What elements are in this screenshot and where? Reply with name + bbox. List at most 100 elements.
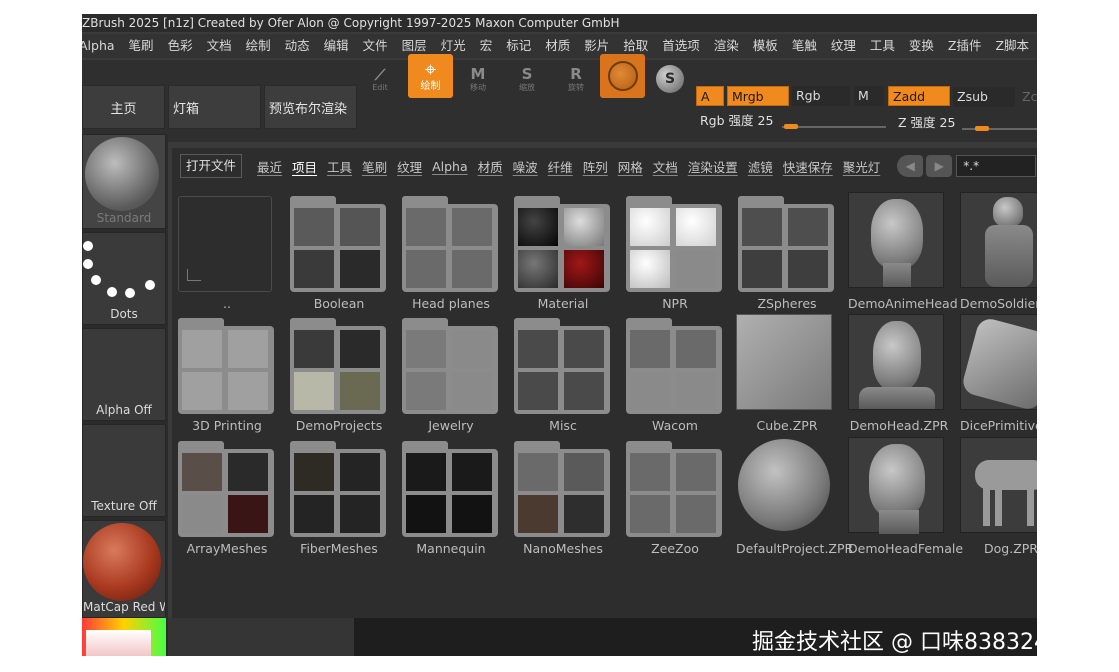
rgb-toggle[interactable]: Rgb	[792, 86, 850, 106]
s-button[interactable]: S	[652, 61, 688, 97]
tab-grid[interactable]: 网格	[613, 157, 648, 176]
menu-document[interactable]: 文档	[200, 34, 239, 58]
menu-stencil[interactable]: 模板	[746, 34, 785, 58]
bpr-render-button[interactable]: 预览布尔渲染	[264, 85, 357, 129]
tab-recent[interactable]: 最近	[252, 157, 287, 176]
move-button[interactable]: M 移动	[460, 61, 496, 97]
alpha-slot[interactable]: Alpha Off	[82, 328, 166, 421]
rotate-icon: R	[570, 64, 582, 83]
menu-dynamics[interactable]: 动态	[278, 34, 317, 58]
list-item[interactable]: ArrayMeshes	[176, 437, 276, 557]
tab-fibers[interactable]: 纤维	[543, 157, 578, 176]
tab-brush[interactable]: 笔刷	[357, 157, 392, 176]
menu-tool[interactable]: 工具	[863, 34, 902, 58]
menu-texture[interactable]: 纹理	[824, 34, 863, 58]
list-item[interactable]: DemoProjects	[288, 314, 388, 434]
menu-transform[interactable]: 变换	[902, 34, 941, 58]
material-slot[interactable]: MatCap Red Wax	[82, 520, 166, 618]
list-item[interactable]: DemoHeadFemale	[848, 437, 963, 557]
female-head-thumbnail	[848, 437, 944, 534]
list-item[interactable]: Jewelry	[400, 314, 500, 434]
list-item[interactable]: Head planes	[400, 192, 500, 312]
next-arrow-icon[interactable]: ▶	[926, 155, 953, 177]
list-item[interactable]: Mannequin	[400, 437, 500, 557]
tab-alpha[interactable]: Alpha	[427, 159, 473, 174]
lightbox-search-input[interactable]: *.*	[956, 155, 1037, 177]
list-item[interactable]: Wacom	[624, 314, 724, 434]
item-label: DemoHeadFemale	[848, 541, 964, 556]
menu-zplugin[interactable]: Z插件	[941, 34, 989, 58]
list-item[interactable]: Boolean	[288, 192, 388, 312]
zcut-toggle[interactable]: Zcut	[1018, 87, 1037, 107]
tab-texture[interactable]: 纹理	[392, 157, 427, 176]
folder-icon	[402, 196, 498, 292]
tab-noise[interactable]: 噪波	[508, 157, 543, 176]
menu-file[interactable]: 文件	[356, 34, 395, 58]
tab-filter[interactable]: 滤镜	[743, 157, 778, 176]
menu-macro[interactable]: 宏	[473, 34, 500, 58]
folder-icon	[514, 441, 610, 537]
z-intensity-slider[interactable]	[962, 128, 1037, 130]
menu-draw[interactable]: 绘制	[239, 34, 278, 58]
list-item[interactable]: DefaultProject.ZPR	[736, 437, 853, 557]
list-item[interactable]: Cube.ZPR	[736, 314, 836, 434]
tab-project[interactable]: 项目	[287, 157, 322, 176]
list-item[interactable]: ..	[176, 192, 276, 312]
z-intensity-handle[interactable]	[975, 126, 989, 131]
list-item[interactable]: DemoAnimeHead	[848, 192, 958, 312]
list-item[interactable]: Dog.ZPR	[960, 437, 1037, 557]
zsub-toggle[interactable]: Zsub	[953, 87, 1015, 107]
zadd-toggle[interactable]: Zadd	[888, 86, 950, 106]
list-item[interactable]: FiberMeshes	[288, 437, 388, 557]
mrgb-toggle[interactable]: Mrgb	[727, 86, 789, 106]
tab-document[interactable]: 文档	[648, 157, 683, 176]
dot-icon	[83, 259, 93, 269]
menu-edit[interactable]: 编辑	[317, 34, 356, 58]
menu-alpha[interactable]: Alpha	[82, 34, 122, 58]
list-item[interactable]: DicePrimitive	[960, 314, 1037, 434]
color-picker[interactable]	[82, 618, 166, 656]
menu-material[interactable]: 材质	[538, 34, 577, 58]
draw-button[interactable]: ⌖ 绘制	[408, 54, 453, 98]
tab-spotlight[interactable]: 聚光灯	[838, 157, 886, 176]
list-item[interactable]: Material	[512, 192, 612, 312]
tab-render-settings[interactable]: 渲染设置	[683, 157, 743, 176]
list-item[interactable]: NPR	[624, 192, 724, 312]
scale-button[interactable]: S 缩放	[509, 61, 545, 97]
stroke-dots-slot[interactable]: Dots	[82, 232, 166, 325]
list-item[interactable]: DemoSoldier.ZPR	[960, 192, 1037, 312]
menu-zscript[interactable]: Z脚本	[988, 34, 1036, 58]
tab-tool[interactable]: 工具	[322, 157, 357, 176]
menu-color[interactable]: 色彩	[161, 34, 200, 58]
open-file-button[interactable]: 打开文件	[180, 154, 243, 178]
sphere-icon	[607, 61, 638, 91]
menu-preferences[interactable]: 首选项	[655, 34, 707, 58]
prev-arrow-icon[interactable]: ◀	[897, 155, 924, 177]
list-item[interactable]: NanoMeshes	[512, 437, 612, 557]
tab-quicksave[interactable]: 快速保存	[778, 157, 838, 176]
texture-slot[interactable]: Texture Off	[82, 424, 166, 517]
brush-standard-slot[interactable]: Standard	[82, 134, 166, 229]
menu-brush[interactable]: 笔刷	[122, 34, 161, 58]
m-toggle[interactable]: M	[854, 86, 884, 106]
list-item[interactable]: ZeeZoo	[624, 437, 724, 557]
list-item[interactable]: ZSpheres	[736, 192, 836, 312]
menu-render[interactable]: 渲染	[707, 34, 746, 58]
material-sphere-button[interactable]	[600, 54, 645, 98]
rotate-button[interactable]: R 旋转	[558, 61, 594, 97]
list-item[interactable]: DemoHead.ZPR	[848, 314, 948, 434]
tab-material[interactable]: 材质	[473, 157, 508, 176]
color-swatch[interactable]	[86, 630, 151, 656]
menu-stroke[interactable]: 笔触	[785, 34, 824, 58]
home-button[interactable]: 主页	[82, 85, 165, 129]
list-item[interactable]: 3D Printing	[176, 314, 276, 434]
dot-icon	[107, 287, 117, 297]
lightbox-button[interactable]: 灯箱	[168, 85, 261, 129]
a-toggle[interactable]: A	[696, 86, 724, 106]
list-item[interactable]: Misc	[512, 314, 612, 434]
folder-icon	[514, 318, 610, 414]
edit-button[interactable]: ⟋ Edit	[362, 61, 398, 97]
rgb-intensity-handle[interactable]	[784, 124, 798, 129]
tab-array[interactable]: 阵列	[578, 157, 613, 176]
menu-marker[interactable]: 标记	[499, 34, 538, 58]
